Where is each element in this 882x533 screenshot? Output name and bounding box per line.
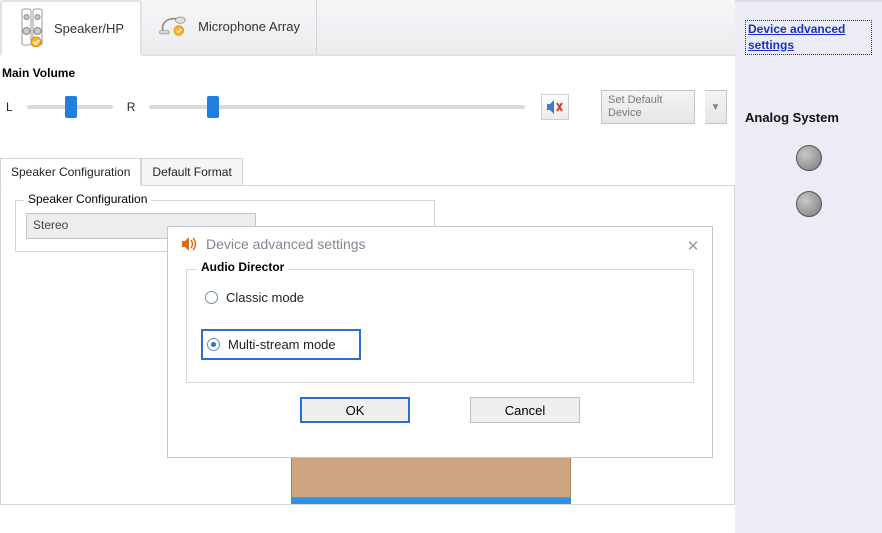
speaker-icon bbox=[18, 7, 46, 50]
analog-system-title: Analog System bbox=[745, 110, 872, 125]
radio-classic-mode[interactable]: Classic mode bbox=[201, 284, 679, 311]
mute-button[interactable] bbox=[541, 94, 569, 120]
close-icon: ✕ bbox=[687, 237, 700, 255]
radio-multi-stream-mode[interactable]: Multi-stream mode bbox=[201, 329, 361, 360]
set-default-dropdown-arrow[interactable]: ▼ bbox=[705, 90, 727, 124]
chevron-down-icon: ▼ bbox=[711, 102, 721, 113]
dialog-title-text: Device advanced settings bbox=[206, 236, 366, 252]
dialog-titlebar: Device advanced settings bbox=[168, 227, 712, 261]
device-advanced-settings-dialog: Device advanced settings ✕ Audio Directo… bbox=[167, 226, 713, 458]
mute-icon bbox=[546, 99, 564, 115]
balance-left-label: L bbox=[2, 100, 17, 114]
tab-speaker[interactable]: Speaker/HP bbox=[0, 0, 142, 56]
side-panel: Device advanced settings Analog System bbox=[735, 0, 882, 533]
sub-tab-speaker-config[interactable]: Speaker Configuration bbox=[0, 158, 141, 186]
audio-director-group: Audio Director Classic mode Multi-stream… bbox=[186, 269, 694, 383]
main-volume-slider[interactable] bbox=[149, 92, 525, 122]
radio-icon bbox=[207, 338, 220, 351]
volume-row: L R Set Default Device ▼ bbox=[0, 84, 735, 134]
tab-microphone-label: Microphone Array bbox=[198, 19, 300, 34]
config-sub-tabs: Speaker Configuration Default Format bbox=[0, 158, 735, 186]
device-tabs: Speaker/HP Microphone Array bbox=[0, 0, 735, 56]
main-volume-label: Main Volume bbox=[0, 56, 735, 84]
tab-speaker-label: Speaker/HP bbox=[54, 21, 124, 36]
radio-icon bbox=[205, 291, 218, 304]
ok-button[interactable]: OK bbox=[300, 397, 410, 423]
dialog-button-row: OK Cancel bbox=[186, 397, 694, 423]
device-advanced-settings-link[interactable]: Device advanced settings bbox=[745, 20, 872, 55]
audio-director-legend: Audio Director bbox=[197, 260, 288, 274]
set-default-label: Set Default Device bbox=[608, 94, 688, 120]
cancel-button[interactable]: Cancel bbox=[470, 397, 580, 423]
microphone-icon bbox=[158, 11, 190, 42]
radio-multi-label: Multi-stream mode bbox=[228, 337, 336, 352]
speaker-config-legend: Speaker Configuration bbox=[24, 192, 151, 206]
analog-jack-2[interactable] bbox=[796, 191, 822, 217]
balance-slider[interactable] bbox=[27, 92, 113, 122]
balance-right-label: R bbox=[123, 100, 140, 114]
analog-jack-1[interactable] bbox=[796, 145, 822, 171]
tab-microphone[interactable]: Microphone Array bbox=[142, 0, 317, 54]
radio-classic-label: Classic mode bbox=[226, 290, 304, 305]
sound-icon bbox=[180, 235, 198, 253]
set-default-device-button[interactable]: Set Default Device bbox=[601, 90, 695, 124]
dialog-close-button[interactable]: ✕ bbox=[684, 237, 702, 255]
sub-tab-default-format[interactable]: Default Format bbox=[141, 158, 242, 186]
